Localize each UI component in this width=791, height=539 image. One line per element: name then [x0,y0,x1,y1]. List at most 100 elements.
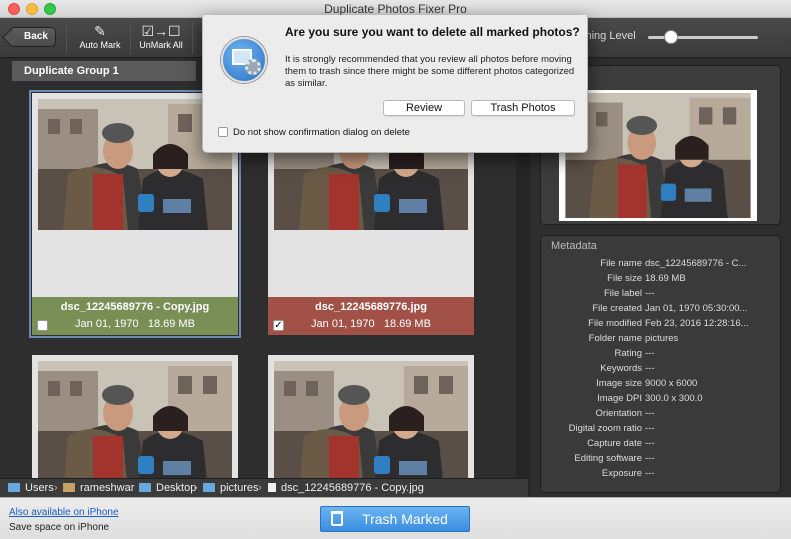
folder-icon [139,483,151,492]
photo-meta: Jan 01, 1970 18.69 MB [32,318,238,330]
metadata-row: Rating --- [541,348,780,363]
photo-filename: dsc_12245689776 - Copy.jpg [60,301,210,313]
matching-level-label: ching Level [580,30,636,42]
metadata-key: File created [592,303,642,314]
breadcrumb-label: Users [25,482,54,494]
metadata-key: Folder name [588,333,642,344]
metadata-key: Rating [614,348,642,359]
metadata-key: Exposure [601,468,642,479]
breadcrumb-item-desktop[interactable]: Desktop [139,482,196,494]
metadata-value: --- [645,408,655,419]
dont-show-again-checkbox[interactable] [218,127,228,137]
metadata-row: File name dsc_12245689776 - C... [541,258,780,273]
minimize-window-button[interactable] [26,3,38,15]
toolbar-divider [192,22,193,54]
checkmark-icon: ✓ [274,320,283,331]
app-icon [221,37,267,83]
auto-mark-button[interactable]: ✎ Auto Mark [76,22,124,56]
metadata-key: Image DPI [597,393,642,404]
folder-icon [8,483,20,492]
photo-date: Jan 01, 1970 [75,318,139,330]
matching-level-slider-knob[interactable] [664,30,678,44]
metadata-row: Orientation --- [541,408,780,423]
metadata-value: pictures [645,333,679,344]
metadata-value: --- [645,348,655,359]
dont-show-again-label: Do not show confirmation dialog on delet… [233,127,410,138]
delete-confirmation-dialog: Are you sure you want to delete all mark… [202,15,588,153]
folder-icon [203,483,215,492]
group-header: Duplicate Group 1 [12,61,196,81]
photo-thumbnail [38,361,232,492]
trash-photos-button[interactable]: Trash Photos [471,100,575,116]
toolbar-divider [66,22,67,54]
dialog-message: It is strongly recommended that you revi… [285,54,575,89]
metadata-key: Digital zoom ratio [568,423,642,434]
breadcrumb-label: pictures [220,482,259,494]
metadata-key: File modified [588,318,642,329]
breadcrumb-separator: › [130,482,134,494]
breadcrumb-separator: › [54,482,58,494]
metadata-value: 300.0 x 300.0 [645,393,703,404]
file-icon [268,483,276,492]
dialog-title: Are you sure you want to delete all mark… [285,25,580,39]
metadata-value: --- [645,453,655,464]
metadata-value: Jan 01, 1970 05:30:00... [645,303,748,314]
breadcrumb-separator: › [194,482,198,494]
metadata-key: Keywords [600,363,642,374]
trash-marked-button[interactable]: Trash Marked [320,506,470,532]
mark-checkbox[interactable]: ✓ [273,320,284,331]
breadcrumb-item-pictures[interactable]: pictures [203,482,259,494]
unmark-all-button[interactable]: ☑→☐ UnMark All [136,22,186,56]
metadata-panel: Metadata File name dsc_12245689776 - C...… [540,235,781,493]
photo-card[interactable] [268,355,474,485]
breadcrumb-item-users[interactable]: Users [8,482,54,494]
metadata-row: Editing software --- [541,453,780,468]
photo-caption: dsc_12245689776.jpg Jan 01, 1970 18.69 M… [268,297,474,335]
metadata-key: File size [607,273,642,284]
metadata-row: Folder name pictures [541,333,780,348]
photo-card[interactable] [32,355,238,485]
iphone-app-link[interactable]: Also available on iPhone [9,507,119,518]
metadata-key: Image size [596,378,642,389]
metadata-row: Capture date --- [541,438,780,453]
metadata-value: --- [645,468,655,479]
metadata-title: Metadata [551,240,597,252]
window-title: Duplicate Photos Fixer Pro [324,2,467,16]
metadata-value: --- [645,423,655,434]
mark-checkbox[interactable] [37,320,48,331]
breadcrumb-item-home[interactable]: rameshwar [63,482,134,494]
metadata-value: Feb 23, 2016 12:28:16... [645,318,749,329]
metadata-row: Digital zoom ratio --- [541,423,780,438]
back-button[interactable]: Back [10,27,56,47]
preview-image [562,93,754,218]
trash-marked-label: Trash Marked [362,511,448,527]
unmark-icon: ☑→☐ [141,23,181,39]
photo-filename: dsc_12245689776.jpg [315,301,427,313]
metadata-key: File name [600,258,642,269]
metadata-row: File created Jan 01, 1970 05:30:00... [541,303,780,318]
photo-size: 18.69 MB [383,318,431,330]
metadata-row: File label --- [541,288,780,303]
metadata-key: Orientation [595,408,642,419]
unmark-all-label: UnMark All [139,40,183,50]
metadata-value: 18.69 MB [645,273,686,284]
breadcrumb-label: rameshwar [80,482,135,494]
trash-icon [331,511,343,526]
metadata-row: Image size 9000 x 6000 [541,378,780,393]
toolbar-divider [130,22,131,54]
close-window-button[interactable] [8,3,20,15]
breadcrumb-item-file[interactable]: dsc_12245689776 - Copy.jpg [268,482,424,494]
breadcrumb-separator: › [258,482,262,494]
metadata-value: dsc_12245689776 - C... [645,258,747,269]
home-icon [63,483,75,492]
metadata-row: File size 18.69 MB [541,273,780,288]
zoom-window-button[interactable] [44,3,56,15]
metadata-value: --- [645,363,655,374]
photo-meta: Jan 01, 1970 18.69 MB [268,318,474,330]
gear-icon [245,59,261,75]
metadata-value: --- [645,288,655,299]
metadata-row: Image DPI 300.0 x 300.0 [541,393,780,408]
photo-size: 18.69 MB [147,318,195,330]
review-button[interactable]: Review [383,100,465,116]
metadata-key: Editing software [574,453,642,464]
